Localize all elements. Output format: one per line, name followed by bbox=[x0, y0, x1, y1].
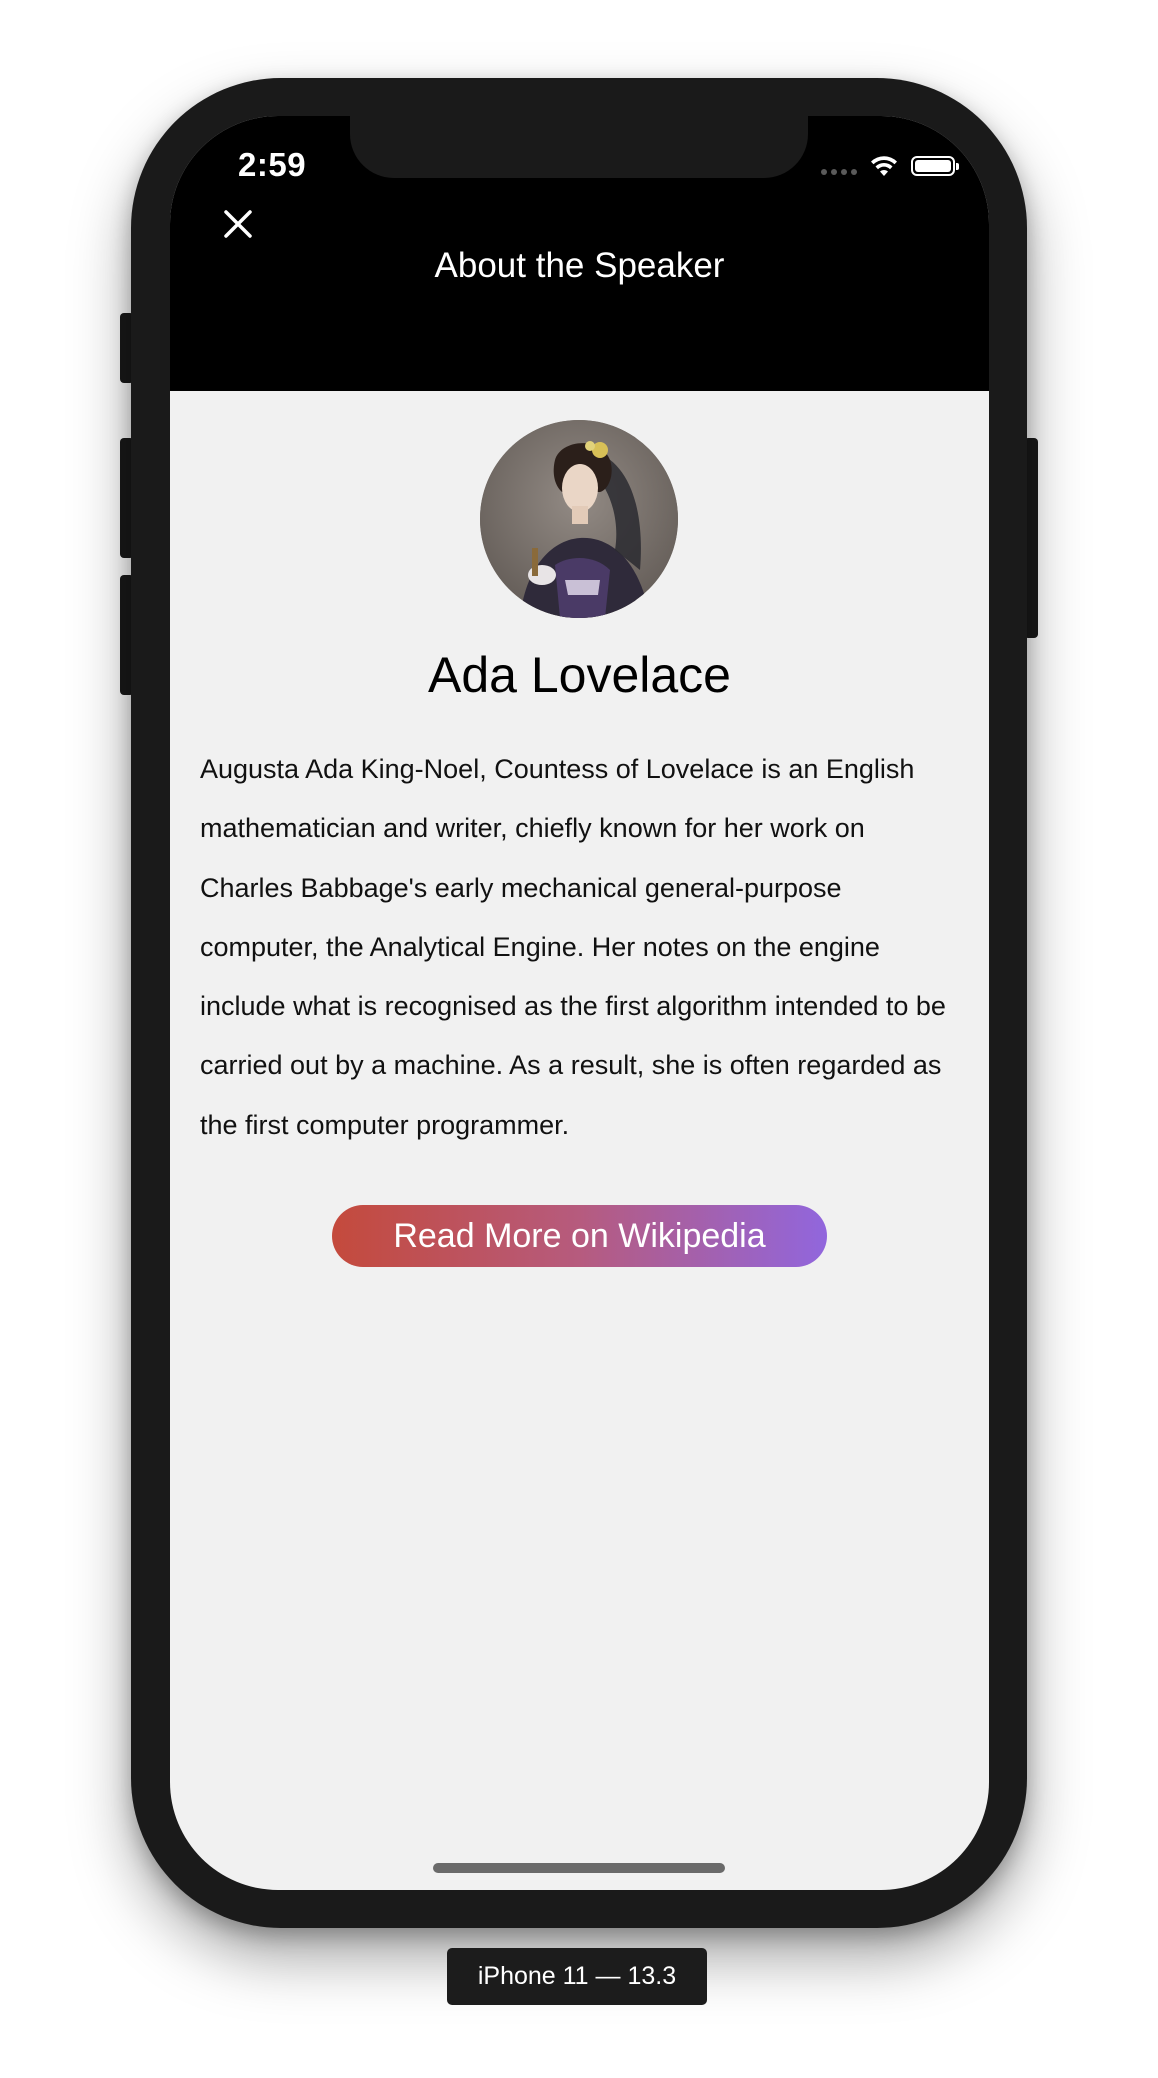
signal-icon bbox=[821, 169, 857, 175]
status-icons bbox=[821, 150, 959, 182]
battery-icon bbox=[911, 156, 959, 176]
read-more-wikipedia-button[interactable]: Read More on Wikipedia bbox=[332, 1205, 827, 1267]
simulator-device-label: iPhone 11 — 13.3 bbox=[447, 1948, 707, 2005]
page-title: About the Speaker bbox=[434, 246, 725, 285]
speaker-name: Ada Lovelace bbox=[427, 647, 731, 703]
close-button[interactable] bbox=[214, 200, 262, 248]
speaker-avatar bbox=[480, 420, 678, 618]
speaker-bio: Augusta Ada King-Noel, Countess of Lovel… bbox=[200, 754, 946, 1140]
device-screen: 2:59 About the Speaker Ada Lovelace Augu… bbox=[170, 116, 989, 1890]
notch bbox=[350, 116, 808, 178]
close-icon bbox=[224, 210, 252, 238]
home-indicator[interactable] bbox=[433, 1863, 725, 1873]
status-time: 2:59 bbox=[238, 146, 307, 183]
simulator-canvas: 2:59 About the Speaker Ada Lovelace Augu… bbox=[0, 0, 1158, 2078]
wifi-icon bbox=[871, 156, 897, 176]
